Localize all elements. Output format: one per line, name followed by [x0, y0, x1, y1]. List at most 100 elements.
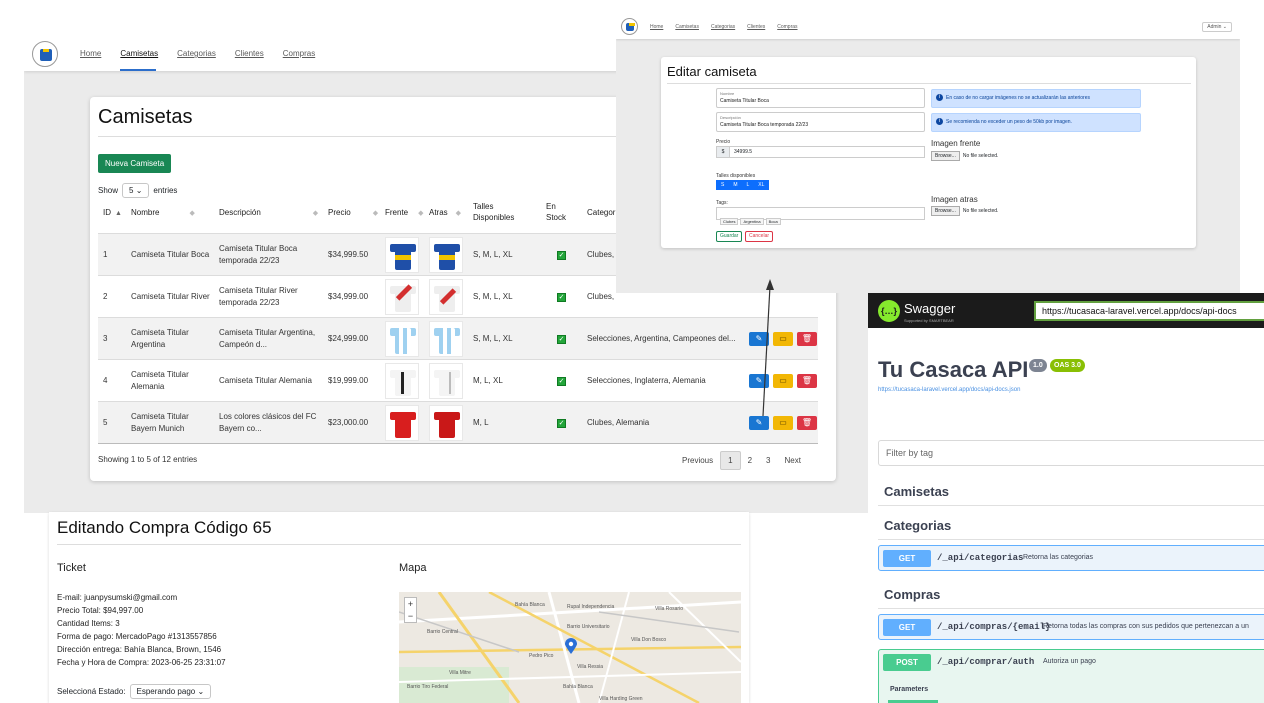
trash-icon[interactable]: 🗑 — [797, 374, 817, 388]
tag-chip[interactable]: Boca — [765, 218, 781, 225]
checkbox-checked-icon: ✓ — [557, 250, 566, 260]
operation-desc: Retorna todas las compras con sus pedido… — [1043, 623, 1249, 630]
operation-post-comprar-auth[interactable]: POST /_api/comprar/auth Autoriza un pago — [878, 649, 1264, 703]
jersey-back-image — [429, 279, 463, 315]
operation-get-categorias[interactable]: GET /_api/categorias Retorna las categor… — [878, 545, 1264, 571]
nav-categorias[interactable]: Categorias — [711, 24, 735, 30]
cell-frente — [385, 360, 419, 402]
map-label: Villa Don Bosco — [631, 637, 667, 643]
cell-frente — [385, 234, 419, 276]
zoom-out-icon[interactable]: − — [405, 610, 416, 622]
column-header-en-stock[interactable]: En Stock — [546, 201, 576, 223]
filter-by-tag-input[interactable]: Filter by tag — [878, 440, 1264, 466]
cell-precio: $23,000.00 — [328, 418, 369, 427]
talle-s[interactable]: S — [721, 180, 724, 190]
ticket-email: E-mail: juanpysumski@gmail.com — [57, 593, 178, 602]
site-logo-icon[interactable] — [32, 41, 58, 67]
nav-home[interactable]: Home — [650, 24, 663, 30]
column-header-id[interactable]: ID ▲ — [103, 207, 122, 219]
section-compras[interactable]: Compras — [884, 587, 940, 602]
cell-talles: S, M, L, XL — [473, 292, 513, 301]
cell-atras — [429, 234, 463, 276]
divider — [57, 544, 741, 545]
nav-compras[interactable]: Compras — [283, 49, 315, 58]
imagen-atras-input[interactable]: Browse... No file selected. — [931, 206, 999, 216]
map-label: Bahía Blanca — [515, 602, 545, 608]
swagger-brand-sub: Supported by SMARTBEAR — [904, 318, 954, 323]
column-header-categorias[interactable]: Categor — [587, 207, 615, 218]
talle-xl[interactable]: XL — [758, 180, 764, 190]
estado-select[interactable]: Esperando pago ⌄ — [129, 684, 212, 699]
cell-talles: M, L, XL — [473, 376, 503, 385]
site-logo-icon[interactable] — [621, 18, 638, 35]
table-row: 5 Camiseta Titular Bayern Munich Los col… — [98, 401, 818, 443]
map-zoom-control[interactable]: + − — [404, 597, 417, 623]
section-categorias[interactable]: Categorias — [884, 518, 951, 533]
flow-arrow — [762, 279, 774, 417]
nombre-field[interactable]: Nombre Camiseta Titular Boca — [716, 88, 925, 108]
top-navbar: Home Camisetas Categorias Clientes Compr… — [616, 15, 1240, 39]
nav-camisetas[interactable]: Camisetas — [675, 24, 699, 30]
divider — [667, 83, 1191, 84]
mapa-title: Mapa — [399, 562, 427, 574]
cell-categorias: Selecciones, Inglaterra, Alemania — [587, 376, 706, 385]
cancelar-button[interactable]: Cancelar — [745, 231, 774, 242]
guardar-button[interactable]: Guardar — [716, 231, 743, 242]
nav-categorias[interactable]: Categorias — [177, 49, 216, 58]
descripcion-field[interactable]: Descripción Camiseta Titular Boca tempor… — [716, 112, 925, 132]
delivery-map[interactable]: + − Bahía Blanca Rupal Independencia Vill… — [399, 592, 741, 703]
cell-talles: M, L — [473, 418, 489, 427]
trash-icon[interactable]: 🗑 — [797, 416, 817, 430]
entries-select[interactable]: 5 ⌄ — [122, 183, 150, 198]
trash-icon[interactable]: 🗑 — [797, 332, 817, 346]
pagination-page-1[interactable]: 1 — [720, 451, 741, 470]
talles-selector[interactable]: S M L XL — [716, 180, 770, 190]
no-file-text: No file selected. — [962, 208, 999, 214]
cell-categorias: Clubes, — [587, 292, 615, 301]
column-header-nombre[interactable]: Nombre ◆ — [131, 207, 195, 219]
api-url-input[interactable]: https://tucasaca-laravel.vercel.app/docs… — [1034, 301, 1264, 321]
cell-descripcion: Camiseta Titular Argentina, Campeón d... — [219, 328, 316, 349]
cell-atras — [429, 360, 463, 402]
nav-camisetas[interactable]: Camisetas — [120, 49, 158, 58]
column-header-precio[interactable]: Precio ◆ — [328, 207, 378, 219]
zoom-in-icon[interactable]: + — [405, 598, 416, 610]
browse-button[interactable]: Browse... — [931, 151, 960, 161]
column-header-descripcion[interactable]: Descripción ◆ — [219, 207, 318, 219]
nombre-label: Nombre — [720, 91, 735, 96]
column-header-atras[interactable]: Atras ◆ — [429, 207, 461, 219]
pagination-previous[interactable]: Previous — [675, 452, 720, 469]
new-camiseta-button[interactable]: Nueva Camiseta — [98, 154, 172, 173]
tag-chip[interactable]: Argentina — [740, 218, 764, 225]
nav-home[interactable]: Home — [80, 49, 101, 58]
browse-button[interactable]: Browse... — [931, 206, 960, 216]
user-menu-button[interactable]: Admin ⌄ — [1202, 22, 1232, 32]
nav-clientes[interactable]: Clientes — [747, 24, 765, 30]
precio-input[interactable]: $ 34999.5 — [716, 146, 925, 158]
map-label: Barrio Tiro Federal — [407, 684, 449, 690]
imagen-frente-input[interactable]: Browse... No file selected. — [931, 151, 998, 161]
talle-l[interactable]: L — [747, 180, 750, 190]
nav-clientes[interactable]: Clientes — [235, 49, 264, 58]
pagination-page-3[interactable]: 3 — [759, 452, 777, 469]
talles-label: Talles disponibles — [716, 173, 756, 179]
column-header-talles[interactable]: Talles Disponibles — [473, 201, 527, 223]
section-camisetas[interactable]: Camisetas — [884, 484, 949, 499]
divider — [878, 505, 1264, 506]
map-pin-icon[interactable] — [565, 638, 577, 654]
api-docs-link[interactable]: https://tucasaca-laravel.vercel.app/docs… — [878, 387, 1020, 393]
nav-compras[interactable]: Compras — [777, 24, 797, 30]
tags-input[interactable]: Clubes Argentina Boca — [716, 207, 925, 225]
map-label: Barrio Central — [427, 629, 458, 635]
column-header-frente[interactable]: Frente ◆ — [385, 207, 424, 219]
entries-control: Show 5 ⌄ entries — [98, 183, 177, 198]
tag-chip[interactable]: Clubes — [720, 218, 739, 225]
cell-en-stock: ✓ — [557, 318, 566, 360]
pagination-page-2[interactable]: 2 — [741, 452, 759, 469]
talle-m[interactable]: M — [733, 180, 737, 190]
pagination-next[interactable]: Next — [777, 452, 807, 469]
jersey-back-image — [429, 237, 463, 273]
active-nav-indicator — [120, 69, 156, 71]
info-alert-images: i En caso de no cargar imágenes no se act… — [931, 89, 1141, 108]
operation-get-compras[interactable]: GET /_api/compras/{email} Retorna todas … — [878, 614, 1264, 640]
